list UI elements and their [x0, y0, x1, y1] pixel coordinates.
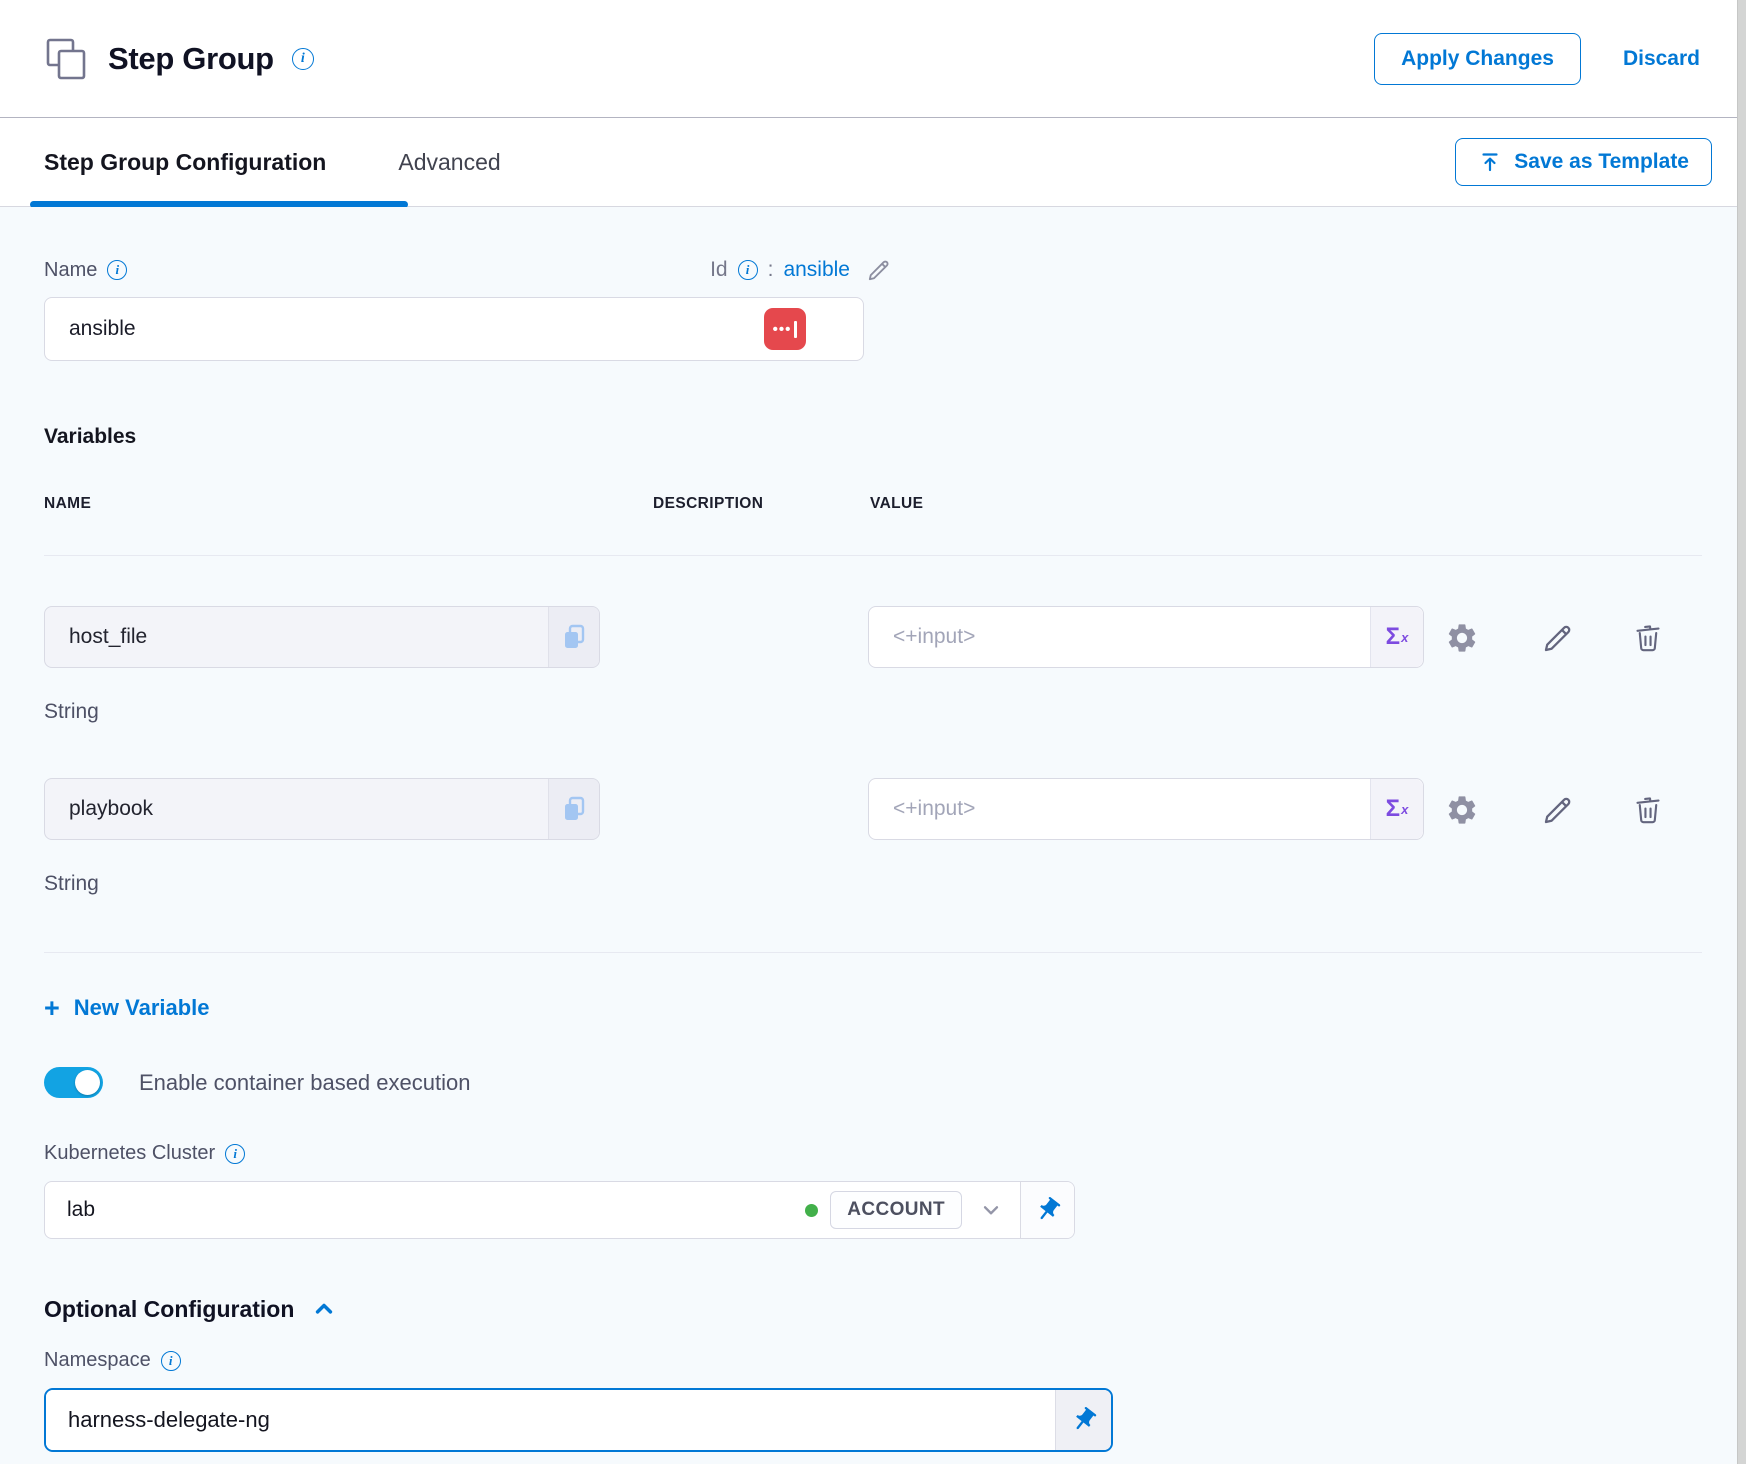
namespace-value: harness-delegate-ng	[46, 1390, 1055, 1450]
step-group-icon	[44, 36, 90, 82]
name-label: Name	[44, 259, 97, 282]
kubernetes-cluster-value: lab	[45, 1198, 805, 1222]
name-label-group: Name i	[44, 259, 127, 282]
namespace-label: Namespace	[44, 1349, 151, 1372]
copy-icon[interactable]	[549, 607, 599, 667]
tab-step-group-configuration[interactable]: Step Group Configuration	[44, 149, 326, 176]
kubernetes-cluster-select[interactable]: lab ACCOUNT	[44, 1181, 1075, 1239]
chevron-up-icon	[310, 1295, 338, 1323]
chevron-down-icon[interactable]	[978, 1197, 1004, 1223]
name-input[interactable]	[44, 297, 864, 361]
connector-status-dot	[805, 1204, 818, 1217]
tab-bar: Step Group Configuration Advanced Save a…	[0, 118, 1746, 207]
new-variable-button[interactable]: + New Variable	[44, 995, 210, 1021]
page-title: Step Group	[108, 41, 274, 77]
enable-container-execution-toggle[interactable]	[44, 1067, 103, 1098]
variable-name-field[interactable]: playbook	[44, 778, 600, 840]
panel-scrollbar[interactable]	[1737, 0, 1746, 1464]
value-placeholder: <+input>	[869, 607, 1371, 667]
pencil-icon[interactable]	[1540, 792, 1576, 828]
id-separator: :	[768, 258, 774, 282]
copy-icon[interactable]	[549, 779, 599, 839]
pencil-icon[interactable]	[1540, 620, 1576, 656]
value-placeholder: <+input>	[869, 779, 1371, 839]
optional-configuration-toggle[interactable]: Optional Configuration	[44, 1295, 338, 1323]
kubernetes-cluster-info-icon[interactable]: i	[225, 1144, 245, 1164]
id-label: Id	[710, 258, 728, 282]
pin-icon[interactable]	[1020, 1182, 1074, 1238]
id-info-icon[interactable]: i	[738, 260, 758, 280]
plus-icon: +	[44, 998, 60, 1018]
discard-button[interactable]: Discard	[1623, 47, 1700, 71]
step-group-panel: Step Group i Apply Changes Discard Step …	[0, 0, 1746, 1464]
tab-advanced[interactable]: Advanced	[398, 149, 500, 176]
variable-type-label: String	[44, 700, 1702, 724]
container-execution-row: Enable container based execution	[44, 1067, 1702, 1098]
variables-heading: Variables	[44, 425, 1702, 449]
table-divider-top	[44, 555, 1702, 556]
autofill-icon[interactable]: •••	[764, 308, 806, 350]
trash-icon[interactable]	[1630, 792, 1666, 828]
save-as-template-button[interactable]: Save as Template	[1455, 138, 1712, 186]
gear-icon[interactable]	[1444, 792, 1480, 828]
table-divider-bottom	[44, 952, 1702, 953]
variable-name-field[interactable]: host_file	[44, 606, 600, 668]
variable-value-field[interactable]: <+input> Σx	[868, 606, 1424, 668]
variable-row-playbook: playbook <+input> Σx	[44, 778, 1702, 840]
optional-configuration-heading: Optional Configuration	[44, 1296, 294, 1323]
panel-header: Step Group i Apply Changes Discard	[0, 0, 1746, 118]
variable-type-label: String	[44, 872, 1702, 896]
expression-icon[interactable]: Σx	[1371, 779, 1423, 839]
namespace-input[interactable]: harness-delegate-ng	[44, 1388, 1113, 1452]
gear-icon[interactable]	[1444, 620, 1480, 656]
edit-id-pencil-icon[interactable]	[866, 257, 892, 283]
pin-icon[interactable]	[1055, 1390, 1111, 1450]
kubernetes-cluster-label: Kubernetes Cluster	[44, 1142, 215, 1165]
entity-id-group: Id i : ansible	[710, 257, 892, 283]
expression-icon[interactable]: Σx	[1371, 607, 1423, 667]
namespace-info-icon[interactable]: i	[161, 1351, 181, 1371]
step-group-configuration-form: Name i Id i : ansible •••	[0, 207, 1746, 1464]
name-info-icon[interactable]: i	[107, 260, 127, 280]
trash-icon[interactable]	[1630, 620, 1666, 656]
column-header-value: VALUE	[870, 495, 923, 513]
upload-icon	[1478, 150, 1502, 174]
namespace-label-group: Namespace i	[44, 1349, 1702, 1372]
scope-badge: ACCOUNT	[830, 1191, 962, 1229]
column-header-name: NAME	[44, 495, 91, 513]
kubernetes-cluster-label-group: Kubernetes Cluster i	[44, 1142, 1702, 1165]
step-group-info-icon[interactable]: i	[292, 48, 314, 70]
column-header-description: DESCRIPTION	[653, 495, 763, 513]
apply-changes-button[interactable]: Apply Changes	[1374, 33, 1581, 85]
variable-value-field[interactable]: <+input> Σx	[868, 778, 1424, 840]
toggle-label: Enable container based execution	[139, 1070, 470, 1096]
id-value: ansible	[783, 258, 850, 282]
variables-table-header: NAME DESCRIPTION VALUE	[44, 495, 1702, 515]
variable-row-host-file: host_file <+input> Σx	[44, 606, 1702, 668]
